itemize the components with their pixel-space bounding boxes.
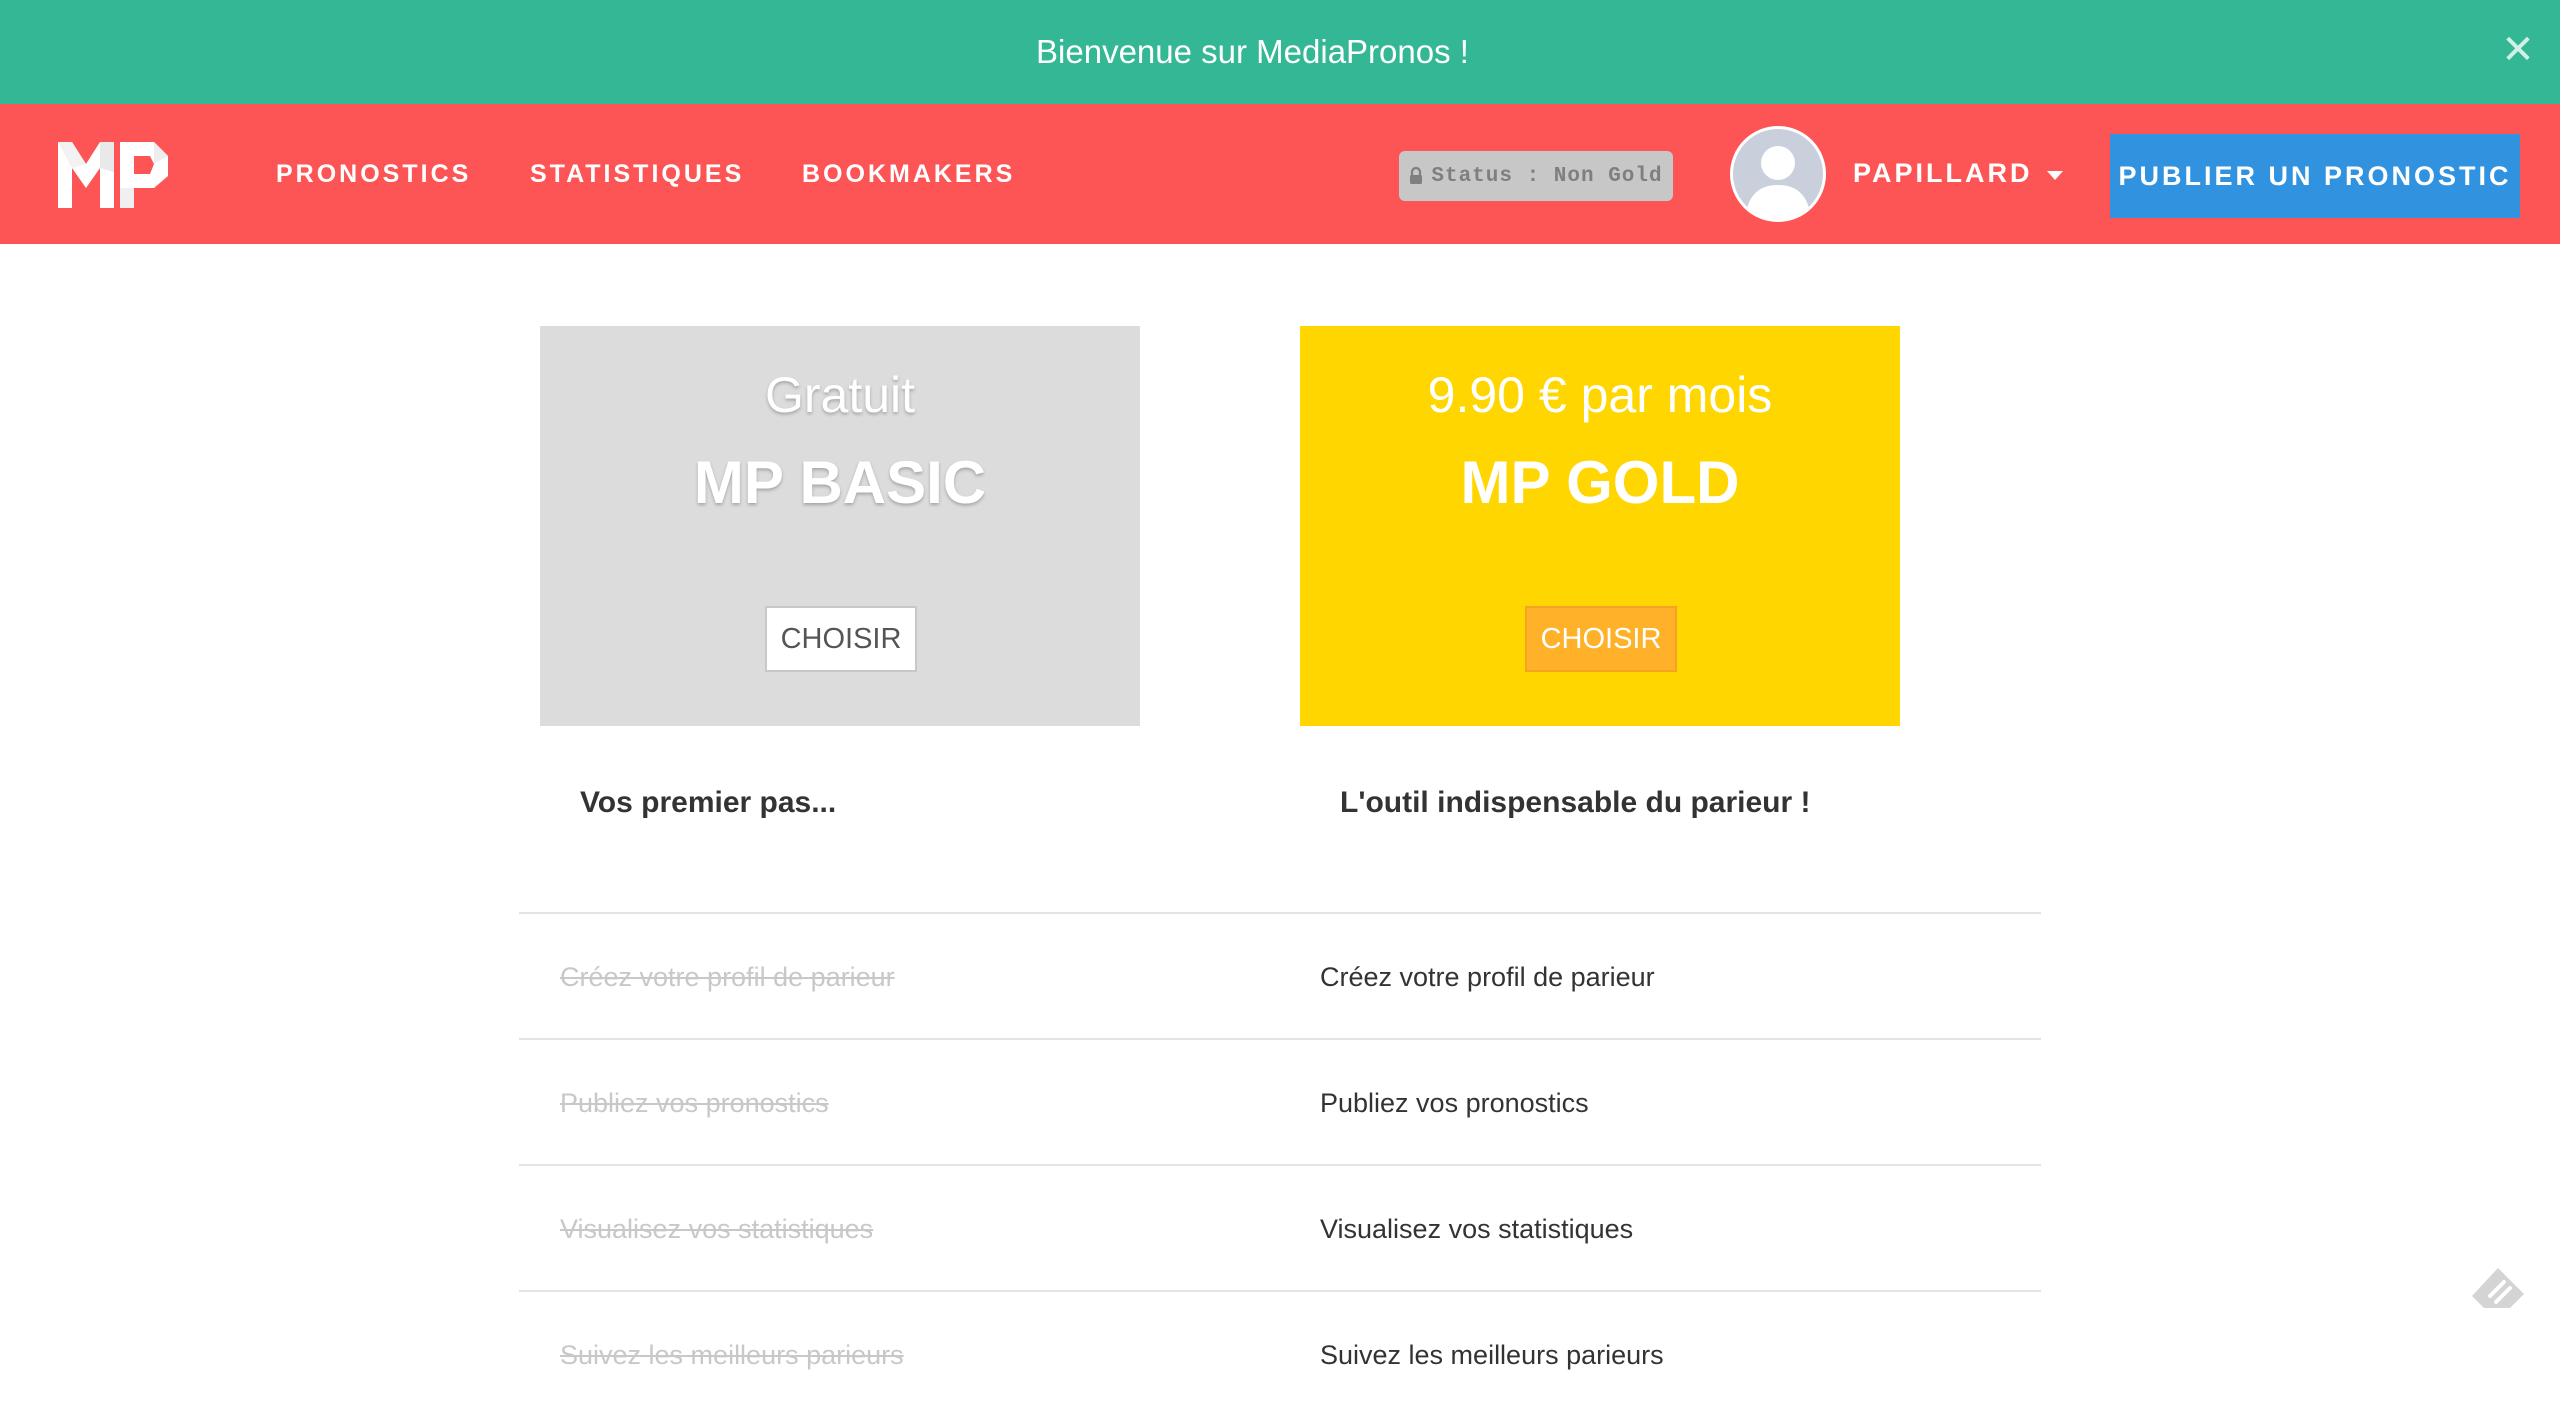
mediapronos-logo[interactable] bbox=[58, 142, 168, 208]
plan-card-gold: 9.90 € par mois MP GOLD CHOISIR bbox=[1300, 326, 1900, 726]
choose-basic-button[interactable]: CHOISIR bbox=[765, 606, 917, 672]
table-row: Visualisez vos statistiques Visualisez v… bbox=[519, 1164, 2041, 1290]
feature-comparison-table: Créez votre profil de parieur Créez votr… bbox=[519, 912, 2041, 1416]
welcome-message: Bienvenue sur MediaPronos ! bbox=[1036, 33, 1469, 70]
main-navbar: PRONOSTICS STATISTIQUES BOOKMAKERS Statu… bbox=[0, 104, 2560, 244]
caret-down-icon bbox=[2046, 171, 2063, 180]
nav-link-statistiques[interactable]: STATISTIQUES bbox=[530, 160, 744, 189]
plan-card-basic: Gratuit MP BASIC CHOISIR bbox=[540, 326, 1140, 726]
user-silhouette-icon bbox=[1733, 129, 1823, 219]
publish-tip-button[interactable]: PUBLIER UN PRONOSTIC bbox=[2110, 134, 2520, 218]
feature-gold: Créez votre profil de parieur bbox=[1320, 962, 1655, 992]
feature-basic: Visualisez vos statistiques bbox=[560, 1214, 874, 1244]
feature-gold: Publiez vos pronostics bbox=[1320, 1088, 1589, 1118]
feedback-icon[interactable] bbox=[2470, 1266, 2526, 1316]
status-badge: Status : Non Gold bbox=[1399, 151, 1673, 201]
feature-basic: Créez votre profil de parieur bbox=[560, 962, 895, 992]
feature-gold: Visualisez vos statistiques bbox=[1320, 1214, 1634, 1244]
plan-price: Gratuit bbox=[764, 367, 916, 423]
plan-name: MP GOLD bbox=[1460, 449, 1740, 516]
status-text: Status : Non Gold bbox=[1431, 164, 1663, 188]
choose-gold-button[interactable]: CHOISIR bbox=[1525, 606, 1677, 672]
table-row: Créez votre profil de parieur Créez votr… bbox=[519, 912, 2041, 1038]
feature-basic: Publiez vos pronostics bbox=[560, 1088, 829, 1118]
welcome-banner: Bienvenue sur MediaPronos ! ✕ bbox=[0, 0, 2560, 104]
plan-name: MP BASIC bbox=[693, 449, 987, 516]
user-name: PAPILLARD bbox=[1853, 158, 2033, 188]
table-row: Suivez les meilleurs parieurs Suivez les… bbox=[519, 1290, 2041, 1416]
user-menu[interactable]: PAPILLARD bbox=[1853, 158, 2063, 189]
nav-link-bookmakers[interactable]: BOOKMAKERS bbox=[802, 160, 1015, 189]
table-row: Publiez vos pronostics Publiez vos prono… bbox=[519, 1038, 2041, 1164]
plan-tagline-basic: Vos premier pas... bbox=[580, 786, 837, 819]
lock-icon bbox=[1410, 167, 1423, 184]
avatar[interactable] bbox=[1730, 126, 1826, 222]
close-icon[interactable]: ✕ bbox=[2498, 30, 2538, 70]
plan-tagline-gold: L'outil indispensable du parieur ! bbox=[1340, 786, 1811, 819]
nav-link-pronostics[interactable]: PRONOSTICS bbox=[276, 160, 471, 189]
plan-price: 9.90 € par mois bbox=[1427, 367, 1773, 423]
